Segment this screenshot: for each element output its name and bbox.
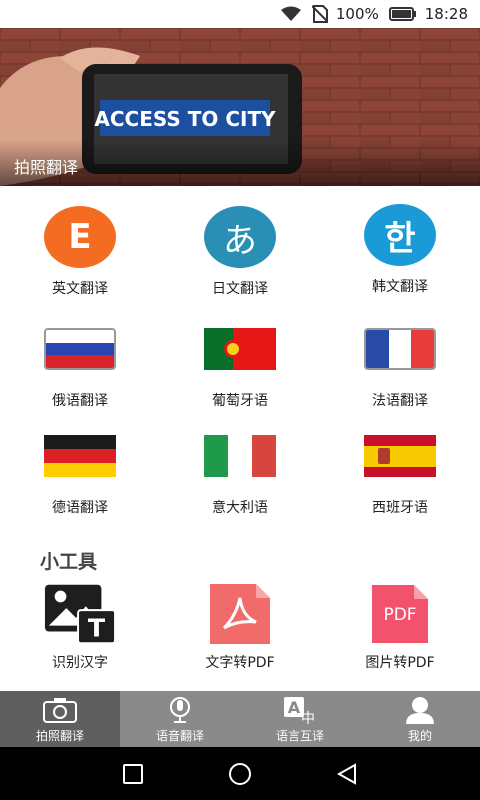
text-to-pdf-item[interactable]: 文字转PDF [160,582,320,672]
portuguese-translate-label: 葡萄牙语 [212,393,268,409]
svg-text:A: A [288,698,301,717]
home-button[interactable] [220,754,260,794]
bottom-tab-bar: 拍照翻译 语音翻译 A中 语言互译 我的 [0,691,480,747]
korean-translate-label: 韩文翻译 [372,279,428,295]
status-bar: 100% 18:28 [0,0,480,28]
spanish-translate-item[interactable]: 西班牙语 [320,425,480,525]
tab-voice-translate[interactable]: 语音翻译 [120,691,240,747]
spain-flag-icon [364,435,436,477]
japanese-translate-item[interactable]: あ 日文翻译 [160,206,320,306]
back-button[interactable] [327,754,367,794]
italian-translate-item[interactable]: 意大利语 [160,425,320,525]
microphone-icon [166,695,194,725]
france-flag-icon [364,328,436,370]
wifi-icon [280,6,302,22]
image-to-pdf-item[interactable]: PDF 图片转PDF [320,582,480,672]
recognize-chinese-item[interactable]: T 识别汉字 [0,582,160,672]
no-sim-icon [311,5,328,23]
english-translate-item[interactable]: E 英文翻译 [0,206,160,306]
pdf-file-glyph: PDF [383,605,417,625]
camera-icon [43,695,77,725]
tab-profile[interactable]: 我的 [360,691,480,747]
banner-sign-text: ACCESS TO CITY [94,107,276,131]
spanish-translate-label: 西班牙语 [372,500,428,516]
portugal-flag-icon [204,328,276,370]
pdf-acrobat-icon [210,584,270,644]
battery-percent: 100% [335,5,379,23]
tab-language-mutual-label: 语言互译 [275,728,324,743]
svg-text:T: T [88,613,106,642]
russian-translate-label: 俄语翻译 [52,393,108,409]
tab-photo-translate[interactable]: 拍照翻译 [0,691,120,747]
pdf-file-icon: PDF [370,583,430,645]
german-translate-label: 德语翻译 [52,500,108,516]
clock: 18:28 [424,5,468,23]
germany-flag-icon [44,435,116,477]
image-text-icon: T [44,584,117,645]
russian-translate-item[interactable]: 俄语翻译 [0,318,160,418]
circle-icon [228,762,251,785]
italy-flag-icon [204,435,276,477]
banner-caption: 拍照翻译 [0,140,480,186]
russia-flag-icon [44,328,116,370]
tab-photo-translate-label: 拍照翻译 [35,728,84,743]
svg-text:中: 中 [301,711,315,724]
french-translate-item[interactable]: 法语翻译 [320,318,480,418]
french-translate-label: 法语翻译 [372,393,428,409]
hiragana-a-icon: あ [204,206,276,268]
image-to-pdf-label: 图片转PDF [365,655,435,671]
hangul-han-icon: 한 [364,204,436,266]
photo-translate-banner[interactable]: ACCESS TO CITY 拍照翻译 [0,28,480,186]
portuguese-translate-item[interactable]: 葡萄牙语 [160,318,320,418]
text-to-pdf-label: 文字转PDF [205,655,275,671]
english-translate-label: 英文翻译 [52,281,108,297]
italian-translate-label: 意大利语 [212,500,268,516]
japanese-translate-label: 日文翻译 [212,281,268,297]
german-translate-item[interactable]: 德语翻译 [0,425,160,525]
recents-button[interactable] [113,754,153,794]
letter-e-icon: E [44,206,116,268]
korean-translate-item[interactable]: 한 韩文翻译 [320,204,480,304]
recognize-chinese-label: 识别汉字 [52,655,108,671]
tab-voice-translate-label: 语音翻译 [155,728,204,743]
tab-language-mutual[interactable]: A中 语言互译 [240,691,360,747]
triangle-back-icon [336,762,356,785]
person-icon [405,695,435,725]
tools-section-title: 小工具 [40,551,98,573]
square-icon [123,763,144,784]
tab-profile-label: 我的 [407,728,432,743]
system-nav-bar [0,747,480,800]
translate-icon: A中 [283,695,317,725]
battery-icon [388,7,417,21]
